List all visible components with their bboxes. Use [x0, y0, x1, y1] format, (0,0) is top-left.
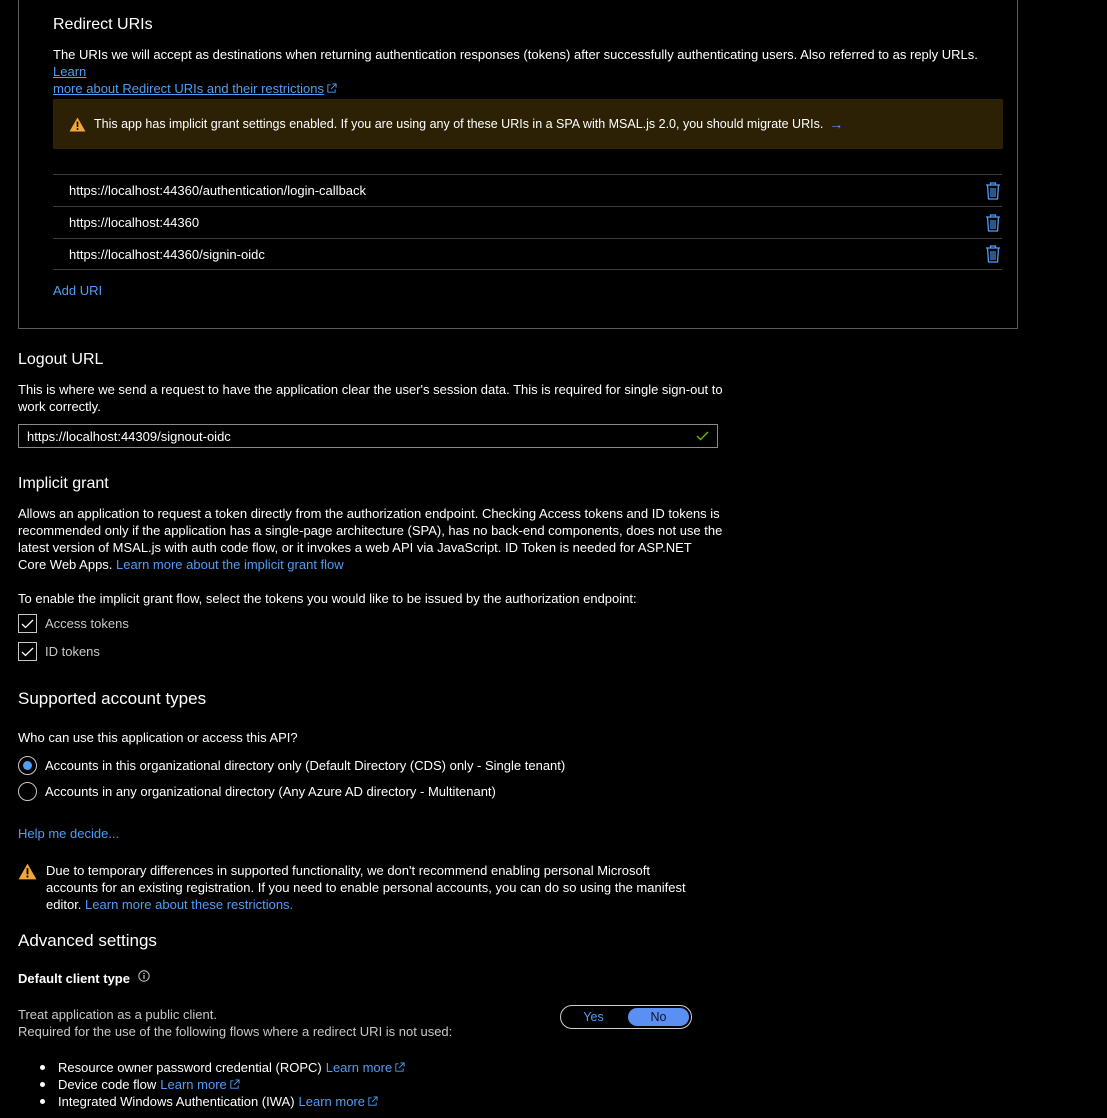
logout-url-description: This is where we send a request to have …	[18, 382, 723, 414]
id-tokens-checkbox-row[interactable]: ID tokens	[18, 642, 100, 661]
list-item: Device code flow Learn more	[40, 1076, 405, 1093]
warning-icon	[69, 117, 86, 131]
external-link-icon	[395, 1062, 405, 1072]
learn-more-device-code-link[interactable]: Learn more	[160, 1076, 240, 1093]
delete-icon[interactable]	[984, 213, 1002, 233]
uri-value[interactable]: https://localhost:44360/authentication/l…	[69, 183, 366, 198]
info-icon[interactable]	[137, 970, 150, 982]
toggle-no-option[interactable]: No	[628, 1008, 689, 1026]
redirect-uris-description: The URIs we will accept as destinations …	[53, 47, 978, 96]
logout-url-title: Logout URL	[18, 351, 104, 368]
implicit-grant-instruction: To enable the implicit grant flow, selec…	[18, 591, 637, 606]
learn-more-implicit-link[interactable]: Learn more about the implicit grant flow	[116, 557, 344, 572]
single-tenant-radio[interactable]	[18, 756, 37, 775]
account-types-question: Who can use this application or access t…	[18, 730, 298, 745]
checkmark-icon	[21, 647, 34, 656]
public-flows-list: Resource owner password credential (ROPC…	[40, 1059, 405, 1110]
help-me-decide-link[interactable]: Help me decide...	[18, 825, 119, 842]
account-types-title: Supported account types	[18, 689, 207, 708]
personal-accounts-warning: Due to temporary differences in supporte…	[18, 862, 698, 913]
public-client-toggle[interactable]: Yes No	[560, 1005, 692, 1029]
add-uri-link[interactable]: Add URI	[53, 283, 102, 298]
redirect-uris-section: Redirect URIs The URIs we will accept as…	[18, 0, 1018, 329]
access-tokens-label: Access tokens	[45, 616, 129, 631]
public-client-label: Treat application as a public client.	[18, 1007, 217, 1022]
uri-value[interactable]: https://localhost:44360	[69, 215, 199, 230]
access-tokens-checkbox-row[interactable]: Access tokens	[18, 614, 129, 633]
learn-more-redirect-link[interactable]: Learn more about Redirect URIs and their …	[53, 64, 337, 96]
checkmark-icon	[21, 619, 34, 628]
public-client-required-text: Required for the use of the following fl…	[18, 1024, 453, 1039]
multi-tenant-option[interactable]: Accounts in any organizational directory…	[18, 782, 496, 801]
uri-row: https://localhost:44360/authentication/l…	[53, 174, 1002, 206]
default-client-type-label: Default client type	[18, 970, 150, 987]
warning-text: This app has implicit grant settings ena…	[94, 117, 824, 131]
multi-tenant-radio[interactable]	[18, 782, 37, 801]
valid-check-icon	[696, 431, 709, 441]
access-tokens-checkbox[interactable]	[18, 614, 37, 633]
multi-tenant-label: Accounts in any organizational directory…	[45, 784, 496, 799]
migrate-uris-arrow[interactable]: →	[829, 116, 843, 132]
learn-more-restrictions-link[interactable]: Learn more about these restrictions.	[85, 897, 293, 912]
redirect-uri-list: https://localhost:44360/authentication/l…	[53, 174, 1002, 270]
external-link-icon	[368, 1096, 378, 1106]
list-item: Integrated Windows Authentication (IWA) …	[40, 1093, 405, 1110]
logout-url-input[interactable]: https://localhost:44309/signout-oidc	[18, 424, 718, 448]
uri-row: https://localhost:44360/signin-oidc	[53, 238, 1002, 270]
delete-icon[interactable]	[984, 181, 1002, 201]
toggle-yes-option[interactable]: Yes	[563, 1008, 624, 1026]
logout-url-value: https://localhost:44309/signout-oidc	[27, 428, 231, 444]
implicit-grant-title: Implicit grant	[18, 475, 109, 492]
learn-more-iwa-link[interactable]: Learn more	[299, 1093, 378, 1110]
redirect-uris-title: Redirect URIs	[53, 16, 153, 33]
list-item: Resource owner password credential (ROPC…	[40, 1059, 405, 1076]
id-tokens-checkbox[interactable]	[18, 642, 37, 661]
external-link-icon	[230, 1079, 240, 1089]
single-tenant-label: Accounts in this organizational director…	[45, 758, 566, 773]
warning-icon	[18, 863, 37, 880]
advanced-settings-title: Advanced settings	[18, 931, 157, 950]
external-link-icon	[327, 83, 337, 93]
implicit-grant-description: Allows an application to request a token…	[18, 506, 723, 572]
single-tenant-option[interactable]: Accounts in this organizational director…	[18, 756, 565, 775]
learn-more-ropc-link[interactable]: Learn more	[326, 1059, 405, 1076]
uri-row: https://localhost:44360	[53, 206, 1002, 238]
uri-value[interactable]: https://localhost:44360/signin-oidc	[69, 247, 265, 262]
implicit-grant-warning-banner: This app has implicit grant settings ena…	[53, 99, 1003, 149]
id-tokens-label: ID tokens	[45, 644, 100, 659]
delete-icon[interactable]	[984, 244, 1002, 264]
